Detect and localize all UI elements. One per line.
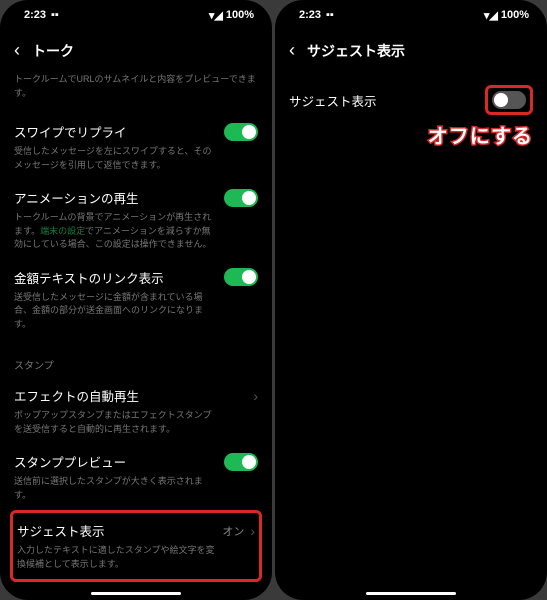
header: ‹ トーク bbox=[0, 30, 272, 73]
toggle-stamp-preview[interactable] bbox=[224, 453, 258, 471]
back-icon[interactable]: ‹ bbox=[14, 40, 20, 61]
toggle-swipe-reply[interactable] bbox=[224, 123, 258, 141]
item-title: スワイプでリプライ bbox=[14, 122, 127, 141]
status-notif-icon: ▪▪ bbox=[326, 9, 334, 21]
battery-text: 100% bbox=[501, 9, 529, 21]
header: ‹ サジェスト表示 bbox=[275, 30, 547, 73]
top-description: トークルームでURLのサムネイルと内容をプレビューできます。 bbox=[14, 73, 258, 100]
setting-suggest-toggle[interactable]: サジェスト表示 bbox=[289, 77, 533, 123]
home-indicator[interactable] bbox=[91, 592, 181, 595]
status-notif-icon: ▪▪ bbox=[51, 9, 59, 21]
annotation-off: オフにする bbox=[428, 120, 533, 149]
item-desc: トークルームの背景でアニメーションが再生されます。端末の設定でアニメーションを減… bbox=[14, 211, 258, 252]
status-bar: 2:23 ▪▪ ▾◢ 100% bbox=[275, 0, 547, 30]
content-left: トークルームでURLのサムネイルと内容をプレビューできます。 スワイプでリプライ… bbox=[0, 73, 272, 600]
status-time: 2:23 bbox=[299, 9, 321, 21]
item-title: アニメーションの再生 bbox=[14, 188, 139, 207]
item-value: オン bbox=[222, 523, 244, 539]
page-title: サジェスト表示 bbox=[307, 41, 405, 61]
phone-right: 2:23 ▪▪ ▾◢ 100% ‹ サジェスト表示 サジェスト表示 オフにする bbox=[275, 0, 547, 600]
setting-amount-link[interactable]: 金額テキストのリンク表示 送受信したメッセージに金額が含まれている場合、金額の部… bbox=[14, 260, 258, 340]
battery-text: 100% bbox=[226, 9, 254, 21]
chevron-right-icon: › bbox=[250, 523, 255, 539]
item-desc: 送信前に選択したスタンプが大きく表示されます。 bbox=[14, 475, 258, 502]
wifi-icon: ▾◢ bbox=[484, 9, 498, 22]
setting-suggest[interactable]: サジェスト表示 オン › 入力したテキストに適したスタンプや絵文字を変換候補とし… bbox=[17, 521, 255, 571]
setting-animation[interactable]: アニメーションの再生 トークルームの背景でアニメーションが再生されます。端末の設… bbox=[14, 180, 258, 260]
item-title: 金額テキストのリンク表示 bbox=[14, 268, 164, 287]
setting-stamp-preview[interactable]: スタンププレビュー 送信前に選択したスタンプが大きく表示されます。 bbox=[14, 444, 258, 510]
toggle-suggest[interactable] bbox=[492, 91, 526, 109]
item-desc: ポップアップスタンプまたはエフェクトスタンプを送受信すると自動的に再生されます。 bbox=[14, 409, 258, 436]
setting-swipe-reply[interactable]: スワイプでリプライ 受信したメッセージを左にスワイプすると、そのメッセージを引用… bbox=[14, 114, 258, 180]
item-title: サジェスト表示 bbox=[289, 91, 377, 110]
status-bar: 2:23 ▪▪ ▾◢ 100% bbox=[0, 0, 272, 30]
status-time: 2:23 bbox=[24, 9, 46, 21]
toggle-animation[interactable] bbox=[224, 189, 258, 207]
highlight-suggest: サジェスト表示 オン › 入力したテキストに適したスタンプや絵文字を変換候補とし… bbox=[10, 510, 262, 582]
item-desc: 入力したテキストに適したスタンプや絵文字を変換候補として表示します。 bbox=[17, 544, 255, 571]
home-indicator[interactable] bbox=[366, 592, 456, 595]
setting-effect-auto[interactable]: エフェクトの自動再生 › ポップアップスタンプまたはエフェクトスタンプを送受信す… bbox=[14, 378, 258, 444]
highlight-toggle bbox=[485, 85, 533, 115]
item-title: サジェスト表示 bbox=[17, 521, 105, 540]
item-desc: 受信したメッセージを左にスワイプすると、そのメッセージを引用して返信できます。 bbox=[14, 145, 258, 172]
content-right: サジェスト表示 bbox=[275, 73, 547, 600]
section-stamp: スタンプ bbox=[14, 339, 258, 378]
wifi-icon: ▾◢ bbox=[209, 9, 223, 22]
toggle-amount-link[interactable] bbox=[224, 268, 258, 286]
item-title: エフェクトの自動再生 bbox=[14, 386, 139, 405]
item-title: スタンププレビュー bbox=[14, 452, 126, 471]
section-room: トークルーム管理 bbox=[14, 582, 258, 600]
back-icon[interactable]: ‹ bbox=[289, 40, 295, 61]
chevron-right-icon: › bbox=[253, 388, 258, 404]
device-settings-link[interactable]: 端末の設定 bbox=[40, 226, 85, 236]
phone-left: 2:23 ▪▪ ▾◢ 100% ‹ トーク トークルームでURLのサムネイルと内… bbox=[0, 0, 272, 600]
item-desc: 送受信したメッセージに金額が含まれている場合、金額の部分が送金画面へのリンクにな… bbox=[14, 291, 258, 332]
page-title: トーク bbox=[32, 41, 74, 61]
